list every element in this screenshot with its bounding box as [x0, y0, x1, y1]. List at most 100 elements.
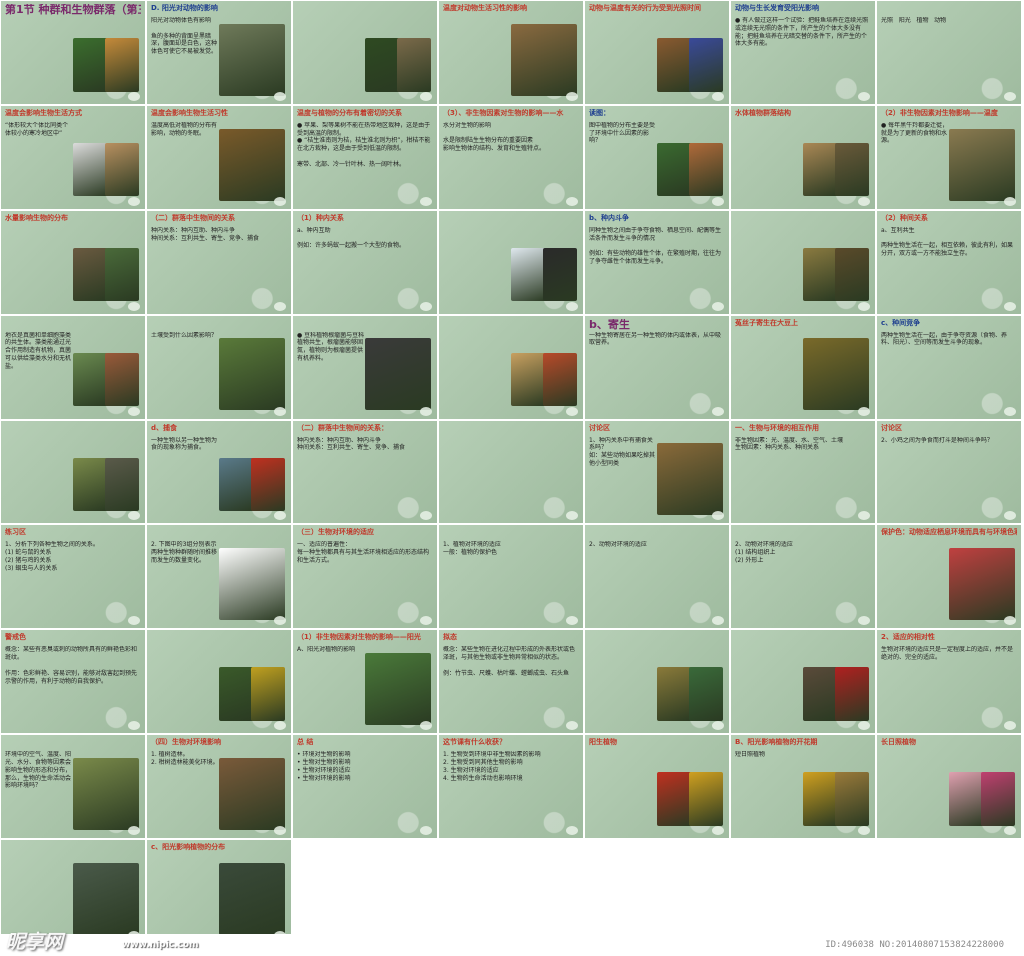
slide-thumbnail[interactable]: 讨论区 2、小鸡之间为争食而打斗是种间斗争吗？	[876, 419, 1022, 525]
slide-thumbnail[interactable]: 温度会影响生物生活方式 “体形较大个体比同类个体较小的寒冷地区中”	[0, 104, 146, 210]
slide-thumbnail[interactable]: （1）非生物因素对生物的影响——阳光 A、阳光对植物的影响	[292, 629, 438, 735]
slide-thumbnail[interactable]: 动物与温度有关的行为受到光照时间	[584, 0, 730, 105]
slide-thumbnail[interactable]: 温度会影响生物生活习性 温度高低对植物的分布有影响，动物的冬眠。	[146, 104, 292, 210]
slide-thumbnail[interactable]: 1、植物对环境的适应 一般：植物的保护色	[438, 524, 584, 630]
slide-thumbnail[interactable]: 这节课有什么收获？ 1. 生物受到环境中非生物因素的影响 2. 生物受到同其他生物…	[438, 734, 584, 840]
slide-thumbnail[interactable]	[438, 419, 584, 525]
slide-thumbnail[interactable]: 阳生植物	[584, 734, 730, 840]
slide-body-text	[735, 332, 803, 417]
slide-photo	[365, 38, 400, 92]
decorative-flower-icon	[128, 826, 140, 836]
slide-thumbnail[interactable]: c、种间竞争 两种生物生活在一起，由于争夺资源（食物、养料、阳光）、空间等而发生斗…	[876, 314, 1022, 420]
slide-heading: 温度与植物的分布有着密切的关系	[297, 108, 402, 117]
slide-thumbnail[interactable]: 环境中的空气、温度、阳光、水分、食物等因素会影响生物的形态和分布，那么，生物的生…	[0, 734, 146, 840]
slide-thumbnail[interactable]	[584, 629, 730, 735]
slide-photo	[657, 667, 692, 721]
slide-thumbnail[interactable]: d、捕食 一种生物以另一种生物为食的现象称为捕食。	[146, 419, 292, 525]
slide-thumbnail[interactable]	[292, 0, 438, 105]
decorative-flower-icon	[1004, 301, 1016, 311]
slide-thumbnail[interactable]: （三）生物对环境的适应一、适应的普遍性： 每一种生物都具有与其生活环境相适应的形…	[292, 524, 438, 630]
watermark-url: www.nipic.com	[122, 940, 199, 950]
slide-thumbnail[interactable]: 警戒色 概念：某些有恶臭或刺的动物所具有的鲜艳色彩和斑纹。 作用：色彩鲜艳、容易识…	[0, 629, 146, 735]
slide-thumbnail[interactable]: 菟丝子寄生在大豆上	[730, 314, 876, 420]
slide-thumbnail[interactable]: 水量影响生物的分布	[0, 209, 146, 315]
slide-thumbnail[interactable]: 讨论区 1、种内关系中有捕食关系吗？ 如：某些动物如果吃掉其他小型同类	[584, 419, 730, 525]
slide-thumbnail[interactable]: 动物与生长发育受阳光影响 ● 有人做过这样一个试验：把鲑鱼培养在连续光照或连续无光…	[730, 0, 876, 105]
slide-thumbnail[interactable]	[730, 629, 876, 735]
slide-thumbnail[interactable]	[730, 209, 876, 315]
slide-heading: （2）非生物因素对生物影响——温度	[881, 108, 998, 117]
slide-body-text: A、阳光对植物的影响	[297, 646, 356, 654]
slide-thumbnail[interactable]: 2、动物对环境的适应 (1) 结构组织上 (2) 外形上	[730, 524, 876, 630]
slide-thumbnail[interactable]: （2）种间关系 a、互利共生 两种生物生活在一起，相互依赖，彼此有利，如果分开，双…	[876, 209, 1022, 315]
slide-body-text: 地衣是真菌和单细胞藻类的共生体。藻类能通过光合作用制造有机物，真菌可以供给藻类水…	[5, 331, 72, 370]
slide-thumbnail[interactable]: （3）、非生物因素对生物的影响——水 水分对生物的影响 水是限制陆生生物分布的重要…	[438, 104, 584, 210]
slide-thumbnail[interactable]: 2. 下图中的3组分别表示两种生物种群随时间推移而发生的数量变化。	[146, 524, 292, 630]
slide-thumbnail[interactable]: （1）种内关系 a、种内互助 例如：许多蚂蚁一起搬一个大型的食物。	[292, 209, 438, 315]
slide-photo	[365, 652, 432, 725]
slide-thumbnail[interactable]: D. 阳光对动物的影响 阳光对动物体色有影响 鱼的多种的背面呈黑暗深，腹面却是白色…	[146, 0, 292, 105]
slide-photo	[834, 667, 870, 721]
slide-body-text: 1、植物对环境的适应 一般：植物的保护色	[443, 541, 501, 557]
slide-heading: b、种内斗争	[589, 213, 630, 222]
decorative-flower-icon	[712, 91, 724, 101]
slide-thumbnail[interactable]: 长日照植物	[876, 734, 1022, 840]
slide-thumbnail[interactable]: 2、动物对环境的适应	[584, 524, 730, 630]
decorative-flower-icon	[858, 826, 870, 836]
slide-thumbnail[interactable]	[438, 209, 584, 315]
decorative-flower-icon	[128, 406, 140, 416]
slide-thumbnail[interactable]	[438, 314, 584, 420]
slide-thumbnail[interactable]: （二）群落中生物间的关系： 种内关系：种内互助、种内斗争 种间关系：互利共生、寄生…	[292, 419, 438, 525]
slide-body-text	[589, 646, 657, 731]
decorative-flower-icon	[128, 196, 140, 206]
slide-thumbnail[interactable]	[0, 419, 146, 525]
slide-heading: 总 结	[297, 738, 314, 747]
slide-thumbnail[interactable]: 土壤受到什么因素影响？	[146, 314, 292, 420]
slide-photo	[219, 457, 254, 512]
decorative-flower-icon	[1004, 406, 1016, 416]
slide-thumbnail[interactable]: b、寄生 一种生物寄居在另一种生物的体内或体表，从中吸取营养。	[584, 314, 730, 420]
slide-heading: 动物与温度有关的行为受到光照时间	[589, 4, 701, 12]
slide-thumbnail[interactable]: （二）群落中生物间的关系 种内关系：种内互助、种内斗争 种间关系：互利共生、寄生、…	[146, 209, 292, 315]
slide-photo	[104, 38, 140, 92]
slide-thumbnail[interactable]: 第1节 种群和生物群落（第三课时）	[0, 0, 146, 105]
slide-thumbnail[interactable]: ● 豆科植物根瘤菌与豆科植物共生，根瘤菌能够固氮，植物则为根瘤菌提供有机养料。	[292, 314, 438, 420]
slide-body-text	[151, 646, 219, 731]
slide-thumbnail[interactable]: c、阳光影响植物的分布	[146, 839, 292, 944]
slide-body-text: ● 苹果、梨等果树不能在热带地区栽种，这是由于受到高温的限制。 ● “桔生淮南则…	[297, 121, 431, 168]
slide-body-text: a、种内互助 例如：许多蚂蚁一起搬一个大型的食物。	[297, 226, 406, 250]
slide-body-text: 概念：某些有恶臭或刺的动物所具有的鲜艳色彩和斑纹。 作用：色彩鲜艳、容易识别，能…	[5, 646, 138, 685]
slide-thumbnail[interactable]: （四）生物对环境影响 1. 植树造林。 2. 柑树造林能美化环境。	[146, 734, 292, 840]
slide-photo	[688, 772, 724, 826]
slide-thumbnail[interactable]: B、阳光影响植物的开花期 短日照植物	[730, 734, 876, 840]
slide-photo	[219, 23, 286, 96]
slide-photo	[73, 457, 108, 512]
slide-thumbnail[interactable]: 保护色：动物适应栖息环境而具有与环境色彩相似的体色	[876, 524, 1022, 630]
slide-thumbnail[interactable]	[146, 629, 292, 735]
slide-photo	[542, 352, 578, 407]
slide-body-text: ● 每年黑牛羚都要迁徙，就是为了更新的食物和水源。	[881, 121, 949, 145]
slide-thumbnail[interactable]: 一、生物与环境的相互作用 非生物因素：光、温度、水、空气、土壤 生物因素：种内关系…	[730, 419, 876, 525]
slide-photo	[73, 38, 108, 92]
slide-thumbnail[interactable]: 拟态 概念：某些生物在进化过程中形成的外表形状或色泽斑，与其他生物或非生物异常相似…	[438, 629, 584, 735]
slide-heading: （三）生物对环境的适应	[297, 528, 374, 537]
slide-thumbnail[interactable]: （2）非生物因素对生物影响——温度 ● 每年黑牛羚都要迁徙，就是为了更新的食物和水…	[876, 104, 1022, 210]
slide-body-text: 一、适应的普遍性： 每一种生物都具有与其生活环境相适应的形态结构和生活方式。	[297, 541, 430, 565]
slide-body-text: ● 有人做过这样一个试验：把鲑鱼培养在连续光照或连续无光照的条件下，所产生的个体…	[735, 17, 869, 48]
slide-thumbnail[interactable]: 总 结 • 环境对生物的影响 • 生物对生物的影响 • 生物对环境的适应 • 生物…	[292, 734, 438, 840]
slide-thumbnail[interactable]: 水体植物群落结构	[730, 104, 876, 210]
slide-thumbnail[interactable]: 读图： 图中植物的分布主要是受了环境中什么因素的影响？	[584, 104, 730, 210]
slide-body-text: “体形较大个体比同类个体较小的寒冷地区中”	[5, 121, 69, 137]
decorative-flower-icon	[274, 91, 286, 101]
slide-thumbnail[interactable]: 温度对动物生活习性的影响	[438, 0, 584, 105]
slide-thumbnail[interactable]: 练习区 1、分析下列各种生物之间的关系。 (1) 蛇与鼠的关系 (2) 猪与鸡的关…	[0, 524, 146, 630]
decorative-flower-icon	[712, 406, 724, 416]
slide-thumbnail[interactable]: 地衣是真菌和单细胞藻类的共生体。藻类能通过光合作用制造有机物，真菌可以供给藻类水…	[0, 314, 146, 420]
slide-thumbnail[interactable]: b、种内斗争 同种生物之间由于争夺食物、栖息空间、配偶等生活条件而发生斗争的情况 …	[584, 209, 730, 315]
slide-thumbnail[interactable]: 温度与植物的分布有着密切的关系 ● 苹果、梨等果树不能在热带地区栽种，这是由于受到…	[292, 104, 438, 210]
decorative-flower-icon	[566, 196, 578, 206]
decorative-flower-icon	[274, 511, 286, 521]
slide-thumbnail[interactable]: 2、适应的相对性 生物对环境的适应只是一定程度上的适应，并不是绝对的、完全的适应。	[876, 629, 1022, 735]
slide-heading: 长日照植物	[881, 738, 916, 747]
slide-thumbnail[interactable]: 光照 阳光 植物 动物	[876, 0, 1022, 105]
